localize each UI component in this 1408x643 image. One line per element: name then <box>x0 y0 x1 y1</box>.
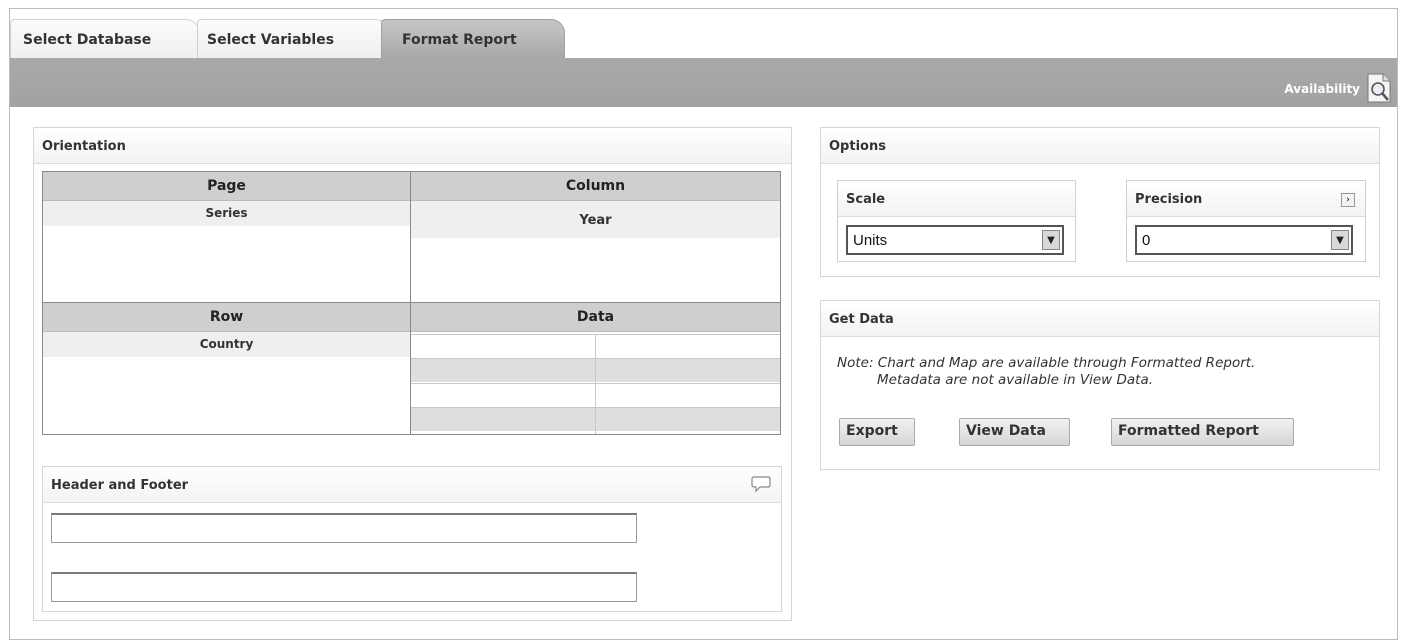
options-title: Options <box>821 128 1379 164</box>
data-preview-divider <box>595 334 596 434</box>
data-header: Data <box>411 303 780 332</box>
scale-label: Scale <box>838 181 1075 217</box>
tab-bar: Select Database Select Variables Format … <box>10 19 1397 59</box>
page-dropzone[interactable]: Page Series <box>43 172 411 303</box>
precision-label: Precision <box>1135 192 1203 207</box>
comment-icon[interactable] <box>751 475 771 493</box>
header-text-field[interactable] <box>51 513 637 543</box>
scale-selected-value: Units <box>853 232 888 249</box>
header-footer-label: Header and Footer <box>51 478 189 493</box>
tab-select-variables[interactable]: Select Variables <box>197 19 389 59</box>
note-line-2: Metadata are not available in View Data. <box>877 372 1154 388</box>
header-footer-panel: Header and Footer <box>42 466 782 612</box>
chevron-down-icon[interactable]: ▼ <box>1042 230 1060 250</box>
footer-text-field[interactable] <box>51 572 637 602</box>
row-dropzone[interactable]: Row Country <box>43 303 411 434</box>
chevron-down-icon[interactable]: ▼ <box>1331 230 1349 250</box>
precision-select[interactable]: 0 ▼ <box>1135 225 1353 255</box>
orientation-title: Orientation <box>34 128 791 164</box>
get-data-title: Get Data <box>821 301 1379 337</box>
precision-selected-value: 0 <box>1142 232 1151 249</box>
options-panel: Options Scale Units ▼ Precision › 0 ▼ <box>820 127 1380 277</box>
orientation-panel: Orientation Page Series Column Year Row … <box>33 127 792 621</box>
formatted-report-button[interactable]: Formatted Report <box>1111 418 1294 446</box>
scale-select[interactable]: Units ▼ <box>846 225 1064 255</box>
view-data-button[interactable]: View Data <box>959 418 1070 446</box>
get-data-panel: Get Data Note: Chart and Map are availab… <box>820 300 1380 470</box>
tab-format-report[interactable]: Format Report <box>381 19 565 59</box>
page-header: Page <box>43 172 410 201</box>
availability-label[interactable]: Availability <box>1284 82 1360 96</box>
precision-panel: Precision › 0 ▼ <box>1126 180 1366 262</box>
magnifier-document-icon[interactable] <box>1365 72 1393 104</box>
toolbar: Availability <box>10 58 1397 107</box>
expand-icon[interactable]: › <box>1341 193 1355 207</box>
row-item-country[interactable]: Country <box>43 332 410 357</box>
note-line-1: Note: Chart and Map are available throug… <box>837 355 1256 371</box>
tab-select-database[interactable]: Select Database <box>10 19 200 59</box>
precision-title: Precision › <box>1127 181 1365 217</box>
scale-panel: Scale Units ▼ <box>837 180 1076 262</box>
column-header: Column <box>411 172 780 201</box>
column-item-year[interactable]: Year <box>411 201 780 238</box>
report-window: Select Database Select Variables Format … <box>9 8 1398 640</box>
header-footer-title: Header and Footer <box>43 467 781 503</box>
column-dropzone[interactable]: Column Year <box>411 172 780 303</box>
data-preview: Data <box>411 303 780 434</box>
export-button[interactable]: Export <box>839 418 915 446</box>
page-item-series[interactable]: Series <box>43 201 410 226</box>
row-header: Row <box>43 303 410 332</box>
get-data-note: Note: Chart and Map are available throug… <box>837 355 1255 389</box>
orientation-grid: Page Series Column Year Row Country Data <box>42 171 781 435</box>
